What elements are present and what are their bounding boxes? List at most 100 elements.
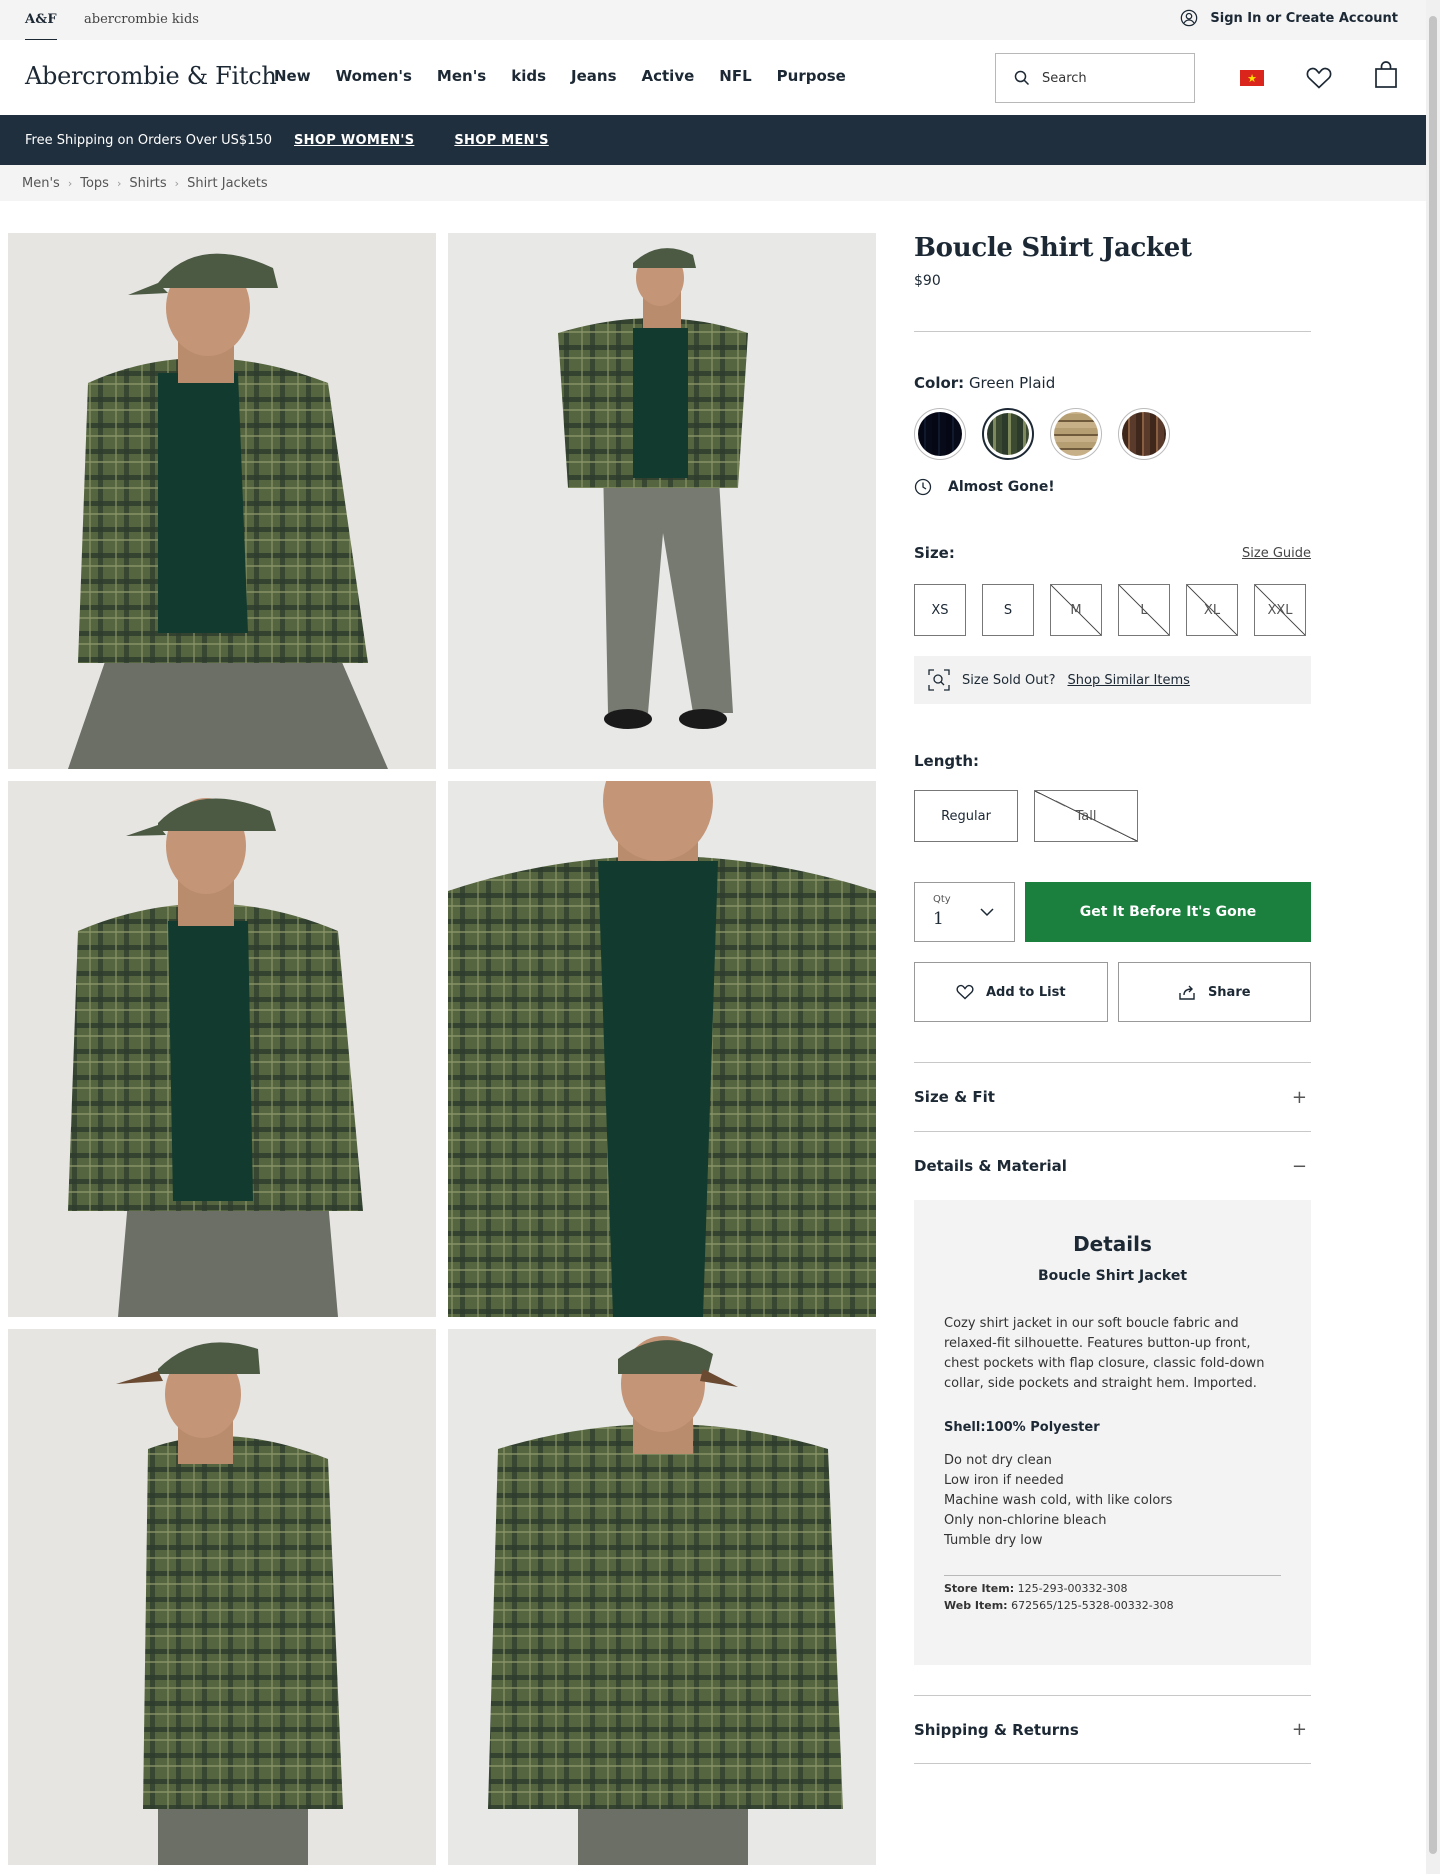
accordion-shipping-returns-title: Shipping & Returns bbox=[914, 1720, 1079, 1739]
stock-status-label: Almost Gone! bbox=[948, 479, 1055, 495]
size-option-s[interactable]: S bbox=[982, 584, 1034, 636]
clock-icon bbox=[914, 478, 932, 496]
nav-jeans[interactable]: Jeans bbox=[571, 67, 616, 85]
chevron-right-icon: › bbox=[116, 176, 122, 190]
size-label: Size: bbox=[914, 544, 955, 562]
accordion-shipping-returns[interactable]: Shipping & Returns + bbox=[914, 1695, 1311, 1764]
care-item: Do not dry clean bbox=[944, 1453, 1052, 1468]
product-photo[interactable] bbox=[8, 1329, 436, 1865]
sold-out-text: Size Sold Out? bbox=[962, 672, 1056, 688]
shopping-bag-icon[interactable] bbox=[1374, 61, 1398, 89]
search-input[interactable] bbox=[1042, 70, 1172, 86]
chevron-down-icon bbox=[980, 908, 994, 917]
plus-icon: + bbox=[1291, 1086, 1307, 1108]
product-photo[interactable] bbox=[448, 1329, 876, 1865]
size-option-l[interactable]: L bbox=[1118, 584, 1170, 636]
product-details: Boucle Shirt Jacket $90 Color: Green Pla… bbox=[914, 233, 1311, 1764]
color-value: Green Plaid bbox=[968, 374, 1056, 392]
add-to-bag-button[interactable]: Get It Before It's Gone bbox=[1025, 882, 1311, 942]
promo-bar: Free Shipping on Orders Over US$150 SHOP… bbox=[0, 115, 1426, 165]
quantity-select[interactable]: Qty 1 bbox=[914, 882, 1015, 942]
length-option-regular[interactable]: Regular bbox=[914, 790, 1018, 842]
accordion-size-fit-title: Size & Fit bbox=[914, 1088, 995, 1106]
breadcrumb-item[interactable]: Shirts bbox=[129, 176, 166, 191]
web-item-number: Web Item: 672565/125-5328-00332-308 bbox=[944, 1599, 1281, 1612]
main-nav: New Women's Men's kids Jeans Active NFL … bbox=[274, 67, 846, 85]
stock-status: Almost Gone! bbox=[914, 478, 1311, 496]
color-label-key: Color: bbox=[914, 374, 965, 392]
share-icon bbox=[1179, 985, 1195, 1000]
details-panel: Details Boucle Shirt Jacket Cozy shirt j… bbox=[914, 1200, 1311, 1665]
shop-similar-link[interactable]: Shop Similar Items bbox=[1068, 673, 1190, 688]
care-item: Only non-chlorine bleach bbox=[944, 1513, 1107, 1528]
care-item: Tumble dry low bbox=[944, 1533, 1043, 1548]
swatch-green-plaid[interactable] bbox=[982, 408, 1034, 460]
nav-mens[interactable]: Men's bbox=[437, 67, 486, 85]
swatch-navy-plaid[interactable] bbox=[914, 408, 966, 460]
accordion-details-material-title: Details & Material bbox=[914, 1157, 1067, 1175]
product-photo[interactable] bbox=[8, 781, 436, 1317]
care-instructions: Do not dry clean Low iron if needed Mach… bbox=[944, 1451, 1281, 1551]
product-photo[interactable] bbox=[448, 233, 876, 769]
tab-af[interactable]: A&F bbox=[25, 12, 57, 41]
details-subheading: Boucle Shirt Jacket bbox=[1037, 1268, 1188, 1284]
sign-in-link[interactable]: Sign In or Create Account bbox=[1180, 9, 1398, 27]
purchase-row: Qty 1 Get It Before It's Gone bbox=[914, 882, 1311, 942]
size-option-xxl[interactable]: XXL bbox=[1254, 584, 1306, 636]
care-item: Machine wash cold, with like colors bbox=[944, 1493, 1173, 1508]
page-scrollbar[interactable] bbox=[1426, 0, 1440, 1874]
details-description: Cozy shirt jacket in our soft boucle fab… bbox=[944, 1316, 1265, 1391]
heart-icon bbox=[956, 984, 974, 1000]
size-header: Size: Size Guide bbox=[914, 544, 1311, 562]
utility-bar: A&F abercrombie kids Sign In or Create A… bbox=[0, 0, 1426, 41]
product-title: Boucle Shirt Jacket bbox=[914, 233, 1192, 263]
nav-womens[interactable]: Women's bbox=[336, 67, 412, 85]
care-item: Low iron if needed bbox=[944, 1473, 1064, 1488]
user-icon bbox=[1181, 9, 1198, 27]
color-swatches bbox=[914, 408, 1311, 460]
sign-in-label: Sign In or Create Account bbox=[1210, 10, 1398, 26]
nav-nfl[interactable]: NFL bbox=[719, 67, 751, 85]
nav-kids[interactable]: kids bbox=[511, 67, 546, 85]
tab-abercrombie-kids[interactable]: abercrombie kids bbox=[84, 12, 199, 27]
nav-active[interactable]: Active bbox=[642, 67, 695, 85]
length-option-tall[interactable]: Tall bbox=[1034, 790, 1138, 842]
length-options: Regular Tall bbox=[914, 790, 1311, 842]
visual-search-icon bbox=[928, 669, 950, 691]
breadcrumb-item[interactable]: Shirt Jackets bbox=[187, 176, 268, 191]
swatch-tan-plaid[interactable] bbox=[1050, 408, 1102, 460]
add-to-list-label: Add to List bbox=[985, 984, 1066, 1000]
details-fabric: Shell:100% Polyester bbox=[944, 1420, 1100, 1435]
product-photo[interactable] bbox=[8, 233, 436, 769]
logo[interactable]: Abercrombie & Fitch bbox=[25, 62, 277, 90]
shop-womens-link[interactable]: SHOP WOMEN'S bbox=[294, 133, 414, 148]
color-label: Color: Green Plaid bbox=[914, 374, 1311, 392]
nav-purpose[interactable]: Purpose bbox=[777, 67, 846, 85]
nav-new[interactable]: New bbox=[274, 67, 311, 85]
product-gallery bbox=[8, 233, 876, 1867]
qty-label: Qty bbox=[933, 894, 951, 905]
plus-icon: + bbox=[1291, 1719, 1307, 1740]
product-photo[interactable] bbox=[448, 781, 876, 1317]
divider bbox=[914, 331, 1311, 332]
chevron-right-icon: › bbox=[174, 176, 180, 190]
swatch-brown-plaid[interactable] bbox=[1118, 408, 1170, 460]
scrollbar-thumb[interactable] bbox=[1429, 16, 1437, 1854]
shop-mens-link[interactable]: SHOP MEN'S bbox=[454, 133, 548, 148]
share-button[interactable]: Share bbox=[1117, 962, 1311, 1022]
add-to-list-button[interactable]: Add to List bbox=[914, 962, 1108, 1022]
size-guide-link[interactable]: Size Guide bbox=[1242, 546, 1311, 561]
size-option-xs[interactable]: XS bbox=[914, 584, 966, 636]
breadcrumb-item[interactable]: Men's bbox=[22, 176, 60, 191]
length-label: Length: bbox=[914, 752, 979, 770]
breadcrumb-item[interactable]: Tops bbox=[80, 176, 109, 191]
minus-icon: − bbox=[1291, 1155, 1307, 1177]
heart-icon[interactable] bbox=[1306, 66, 1332, 90]
country-flag-icon[interactable]: ★ bbox=[1240, 70, 1264, 86]
share-label: Share bbox=[1207, 984, 1251, 1000]
search-box[interactable] bbox=[995, 53, 1195, 103]
accordion-size-fit[interactable]: Size & Fit + bbox=[914, 1062, 1311, 1131]
size-option-m[interactable]: M bbox=[1050, 584, 1102, 636]
accordion-details-material[interactable]: Details & Material − bbox=[914, 1131, 1311, 1200]
size-option-xl[interactable]: XL bbox=[1186, 584, 1238, 636]
